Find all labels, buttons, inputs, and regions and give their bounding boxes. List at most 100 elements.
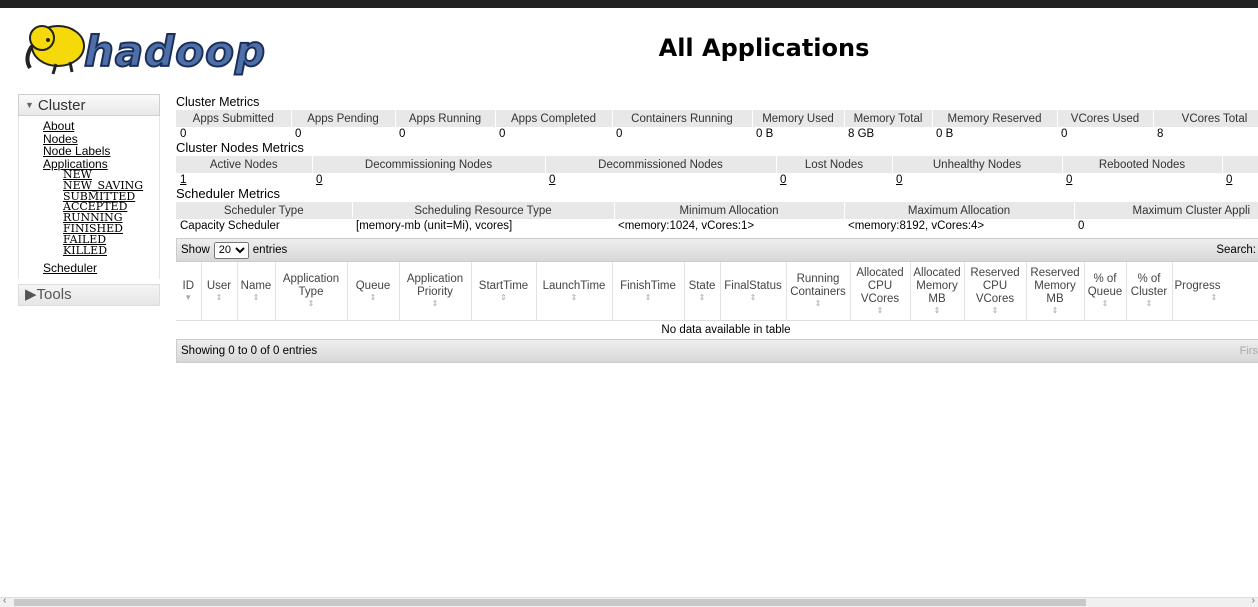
entries-label: entries	[253, 244, 288, 256]
metric-header: Memory Total	[844, 110, 932, 127]
column-application-priority[interactable]: Application Priority⇕	[399, 262, 471, 321]
sidebar-item-killed[interactable]: KILLED	[63, 246, 159, 257]
sidebar-item-node-labels[interactable]: Node Labels	[43, 145, 159, 158]
column-queue[interactable]: Queue⇕	[347, 262, 399, 321]
metric-header: VCores Used	[1057, 110, 1153, 127]
column-final-status[interactable]: FinalStatus⇕	[720, 262, 786, 321]
active-nodes-link[interactable]: 1	[180, 174, 186, 186]
decommissioning-nodes-link[interactable]: 0	[316, 174, 322, 186]
metric-value: 0	[176, 127, 291, 140]
cluster-metrics-value-row: 0 0 0 0 0 0 B 8 GB 0 B 0 8	[176, 127, 1258, 140]
nodes-metrics-value-row: 1 0 0 0 0 0 0	[176, 173, 1258, 186]
cluster-metrics-header-row: Apps Submitted Apps Pending Apps Running…	[176, 110, 1258, 127]
column-name[interactable]: Name⇕	[237, 262, 275, 321]
sort-icon: ⇕	[278, 299, 345, 309]
app-state-list: NEW NEW_SAVING SUBMITTED ACCEPTED RUNNIN…	[43, 170, 159, 256]
metric-header: Decommissioned Nodes	[545, 156, 776, 173]
metric-value: 0	[1074, 219, 1258, 232]
sort-icon: ⇕	[615, 293, 682, 303]
rebooted-nodes-link[interactable]: 0	[1066, 174, 1072, 186]
sort-icon: ⇕	[240, 293, 273, 303]
sort-icon: ⇕	[402, 299, 469, 309]
metric-value: 0	[1057, 127, 1153, 140]
metric-value: 0	[291, 127, 395, 140]
metric-value: 0 B	[752, 127, 844, 140]
metric-value: [memory-mb (unit=Mi), vcores]	[352, 219, 614, 232]
metric-header: VCores Total	[1153, 110, 1258, 127]
sort-desc-icon: ▼	[178, 293, 199, 303]
column-percent-of-cluster[interactable]: % of Cluster⇕	[1126, 262, 1172, 321]
metric-value: 8 GB	[844, 127, 932, 140]
metric-value: Capacity Scheduler	[176, 219, 352, 232]
sort-icon: ⇕	[539, 293, 610, 303]
column-running-containers[interactable]: Running Containers⇕	[786, 262, 850, 321]
show-label: Show	[181, 244, 210, 256]
sort-icon: ⇕	[204, 293, 235, 303]
decommissioned-nodes-link[interactable]: 0	[549, 174, 555, 186]
metric-header: Minimum Allocation	[614, 202, 844, 219]
metric-header	[1222, 156, 1258, 173]
column-start-time[interactable]: StartTime⇕	[471, 262, 536, 321]
nodes-metrics-table: Active Nodes Decommissioning Nodes Decom…	[176, 156, 1258, 186]
column-launch-time[interactable]: LaunchTime⇕	[536, 262, 612, 321]
triangle-down-icon: ▼	[25, 100, 34, 110]
sort-icon: ⇕	[1175, 293, 1258, 303]
column-state[interactable]: State⇕	[684, 262, 720, 321]
apps-table-toolbar: Show 20 entries Search:	[176, 238, 1258, 262]
column-user[interactable]: User⇕	[201, 262, 237, 321]
apps-table: ID▼ User⇕ Name⇕ Application Type⇕ Queue⇕…	[176, 262, 1258, 339]
lost-nodes-link[interactable]: 0	[780, 174, 786, 186]
metric-header: Maximum Allocation	[844, 202, 1074, 219]
column-allocated-cpu-vcores[interactable]: Allocated CPU VCores⇕	[850, 262, 910, 321]
sidebar-item-scheduler[interactable]: Scheduler	[43, 262, 159, 275]
apps-table-footer: Showing 0 to 0 of 0 entries First	[176, 339, 1258, 363]
sort-icon: ⇕	[1087, 299, 1124, 309]
column-progress[interactable]: Progress⇕	[1172, 262, 1258, 321]
sidebar-tools-header[interactable]: ▶Tools	[18, 284, 160, 306]
column-allocated-memory-mb[interactable]: Allocated Memory MB⇕	[910, 262, 964, 321]
metric-header: Apps Running	[395, 110, 495, 127]
column-percent-of-queue[interactable]: % of Queue⇕	[1084, 262, 1126, 321]
table-info: Showing 0 to 0 of 0 entries	[181, 345, 317, 357]
metric-header: Scheduling Resource Type	[352, 202, 614, 219]
scheduler-metrics-table: Scheduler Type Scheduling Resource Type …	[176, 202, 1258, 232]
metric-header: Apps Pending	[291, 110, 395, 127]
sort-icon: ⇕	[1029, 306, 1082, 316]
sort-icon: ⇕	[723, 293, 784, 303]
sidebar-item-applications[interactable]: Applications	[43, 158, 159, 171]
column-reserved-cpu-vcores[interactable]: Reserved CPU VCores⇕	[964, 262, 1026, 321]
cluster-metrics-title: Cluster Metrics	[176, 94, 1258, 110]
metric-value: <memory:1024, vCores:1>	[614, 219, 844, 232]
scroll-right-icon[interactable]: ›	[1252, 595, 1255, 606]
metric-header: Memory Used	[752, 110, 844, 127]
metric-value: <memory:8192, vCores:4>	[844, 219, 1074, 232]
scheduler-metrics-title: Scheduler Metrics	[176, 186, 1258, 202]
scrollbar-thumb[interactable]	[14, 599, 1086, 606]
scroll-left-icon[interactable]: ‹	[3, 595, 6, 606]
shutdown-nodes-link[interactable]: 0	[1226, 174, 1232, 186]
page-title: All Applications	[0, 34, 1258, 62]
sort-icon: ⇕	[474, 293, 534, 303]
column-finish-time[interactable]: FinishTime⇕	[612, 262, 684, 321]
page-size-select[interactable]: 20	[214, 242, 249, 259]
apps-table-header-row: ID▼ User⇕ Name⇕ Application Type⇕ Queue⇕…	[176, 262, 1258, 321]
metric-header: Apps Submitted	[176, 110, 291, 127]
column-application-type[interactable]: Application Type⇕	[275, 262, 347, 321]
sort-icon: ⇕	[967, 306, 1024, 316]
first-page-button[interactable]: First	[1240, 345, 1258, 357]
empty-table-message: No data available in table	[176, 321, 1258, 340]
main-content: Cluster Metrics Apps Submitted Apps Pend…	[176, 94, 1258, 363]
sidebar-item-about[interactable]: About	[43, 120, 159, 133]
unhealthy-nodes-link[interactable]: 0	[896, 174, 902, 186]
metric-header: Maximum Cluster Appli	[1074, 202, 1258, 219]
nodes-metrics-header-row: Active Nodes Decommissioning Nodes Decom…	[176, 156, 1258, 173]
metric-header: Containers Running	[612, 110, 752, 127]
metric-header: Decommissioning Nodes	[312, 156, 545, 173]
metric-header: Apps Completed	[495, 110, 612, 127]
cluster-menu: About Nodes Node Labels Applications NEW…	[18, 116, 160, 279]
metric-value: 0	[395, 127, 495, 140]
top-border	[0, 0, 1258, 8]
sidebar-cluster-header[interactable]: ▼Cluster	[18, 94, 160, 116]
column-id[interactable]: ID▼	[176, 262, 201, 321]
column-reserved-memory-mb[interactable]: Reserved Memory MB⇕	[1026, 262, 1084, 321]
